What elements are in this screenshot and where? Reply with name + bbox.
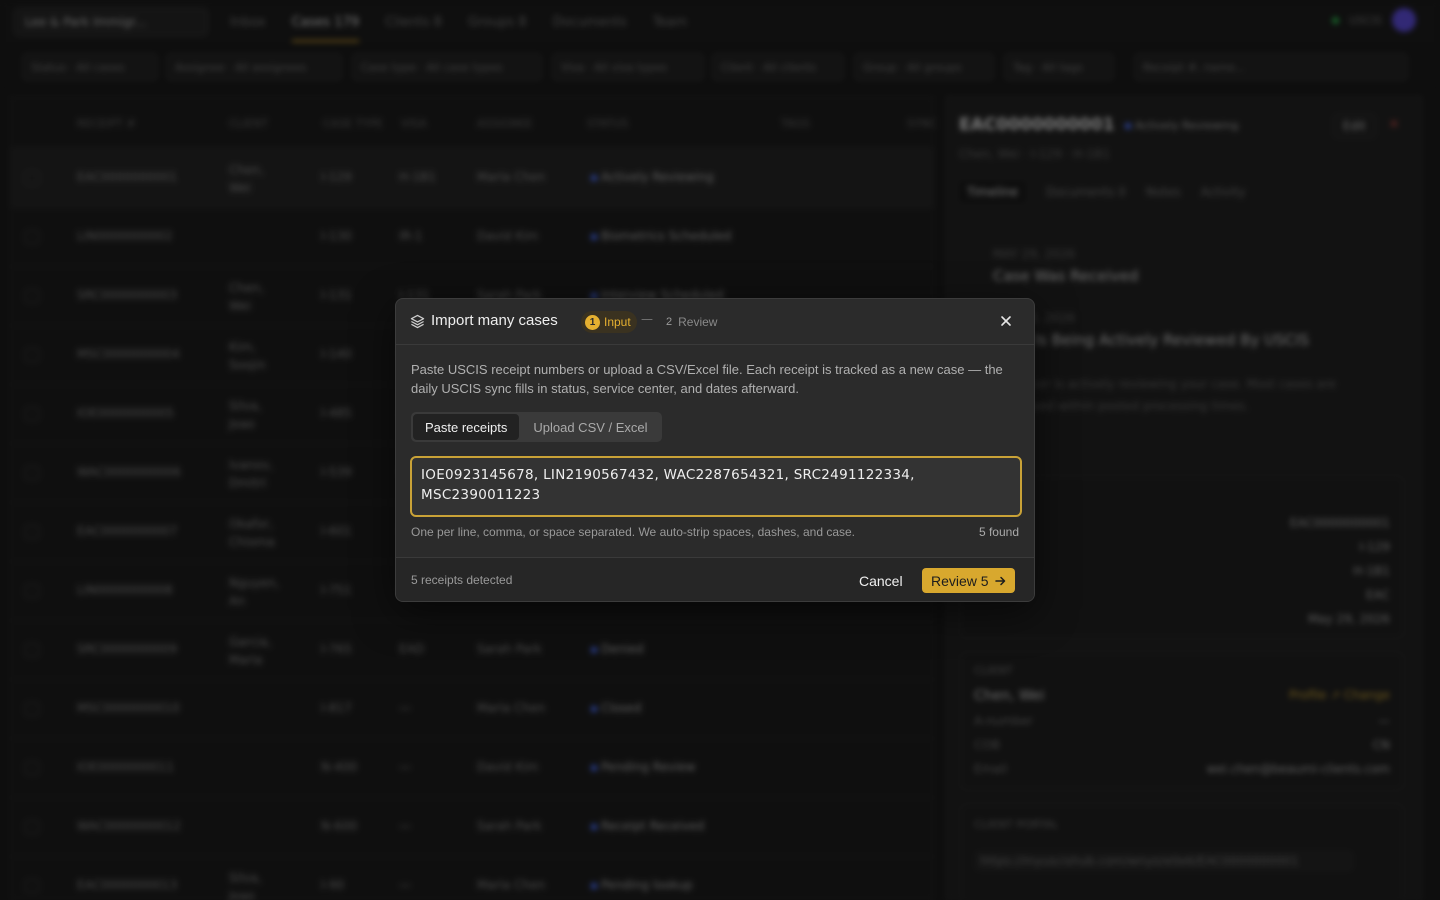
import-cases-modal: Import many cases 1 Input — 2 Review Pas…: [395, 298, 1035, 602]
modal-description: Paste USCIS receipt numbers or upload a …: [411, 362, 1003, 396]
step-number: 1: [585, 314, 600, 330]
step-label: Review: [678, 315, 718, 329]
input-mode-toggle: Paste receipts Upload CSV / Excel: [411, 412, 662, 442]
close-button[interactable]: [996, 312, 1016, 332]
upload-csv-tab[interactable]: Upload CSV / Excel: [521, 414, 659, 440]
review-button-label: Review 5: [931, 572, 989, 589]
modal-title: Import many cases: [431, 312, 558, 329]
step-label: Input: [604, 315, 631, 329]
modal-header: Import many cases 1 Input — 2 Review: [396, 299, 1034, 345]
detected-count: 5 receipts detected: [411, 573, 513, 587]
modal-footer: 5 receipts detected Cancel Review 5: [396, 557, 1034, 601]
step-indicator-review: 2 Review: [666, 311, 717, 333]
arrow-right-icon: [994, 576, 1005, 585]
paste-receipts-tab[interactable]: Paste receipts: [413, 414, 520, 440]
layers-icon: [410, 314, 425, 329]
step-number: 2: [666, 316, 673, 328]
found-count: 5 found: [978, 525, 1019, 539]
step-separator: —: [641, 312, 653, 326]
review-button[interactable]: Review 5: [922, 568, 1015, 593]
cancel-button[interactable]: Cancel: [851, 569, 911, 593]
receipts-textarea[interactable]: [410, 456, 1022, 517]
close-icon: [1001, 316, 1011, 326]
step-indicator-input: 1 Input: [581, 311, 637, 333]
input-hint: One per line, comma, or space separated.…: [411, 525, 856, 539]
